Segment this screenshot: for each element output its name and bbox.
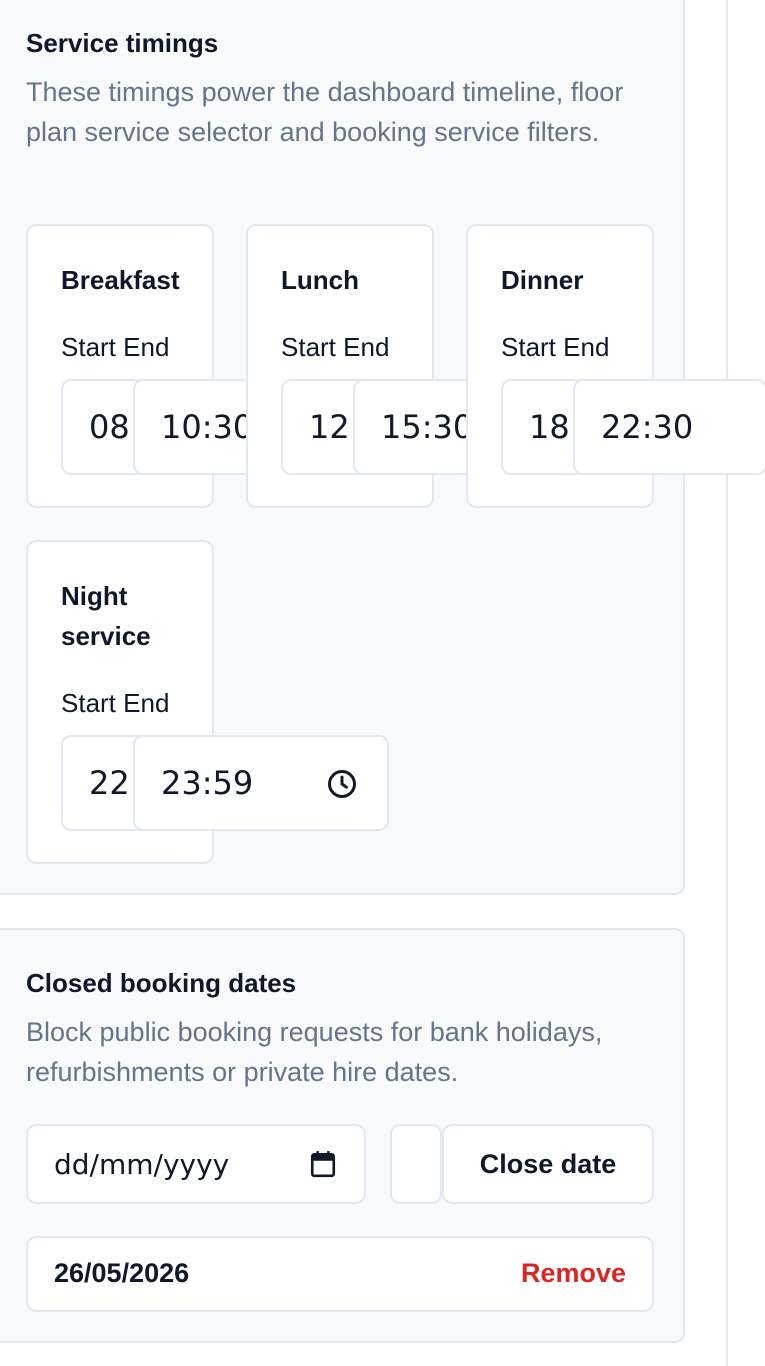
closed-date-input[interactable]: dd/mm/yyyy — [26, 1124, 366, 1204]
start-label: Start — [61, 688, 116, 718]
section-description: Block public booking requests for bank h… — [26, 1017, 603, 1087]
start-end-labels: Start End — [281, 332, 389, 363]
end-label: End — [343, 332, 390, 362]
end-time-input[interactable]: 23:59 — [133, 735, 389, 831]
service-name: Lunch — [281, 265, 359, 295]
clock-icon[interactable] — [327, 769, 357, 799]
service-timings-panel: Service timings These timings power the … — [0, 0, 765, 895]
start-end-labels: Start End — [501, 332, 609, 363]
start-label: Start — [281, 332, 336, 362]
service-name: Breakfast — [61, 265, 180, 295]
service-card-night-service: Night service Start End 22: 23:59 — [26, 540, 389, 864]
small-empty-field[interactable] — [390, 1124, 442, 1204]
closed-date-item: 26/05/2026 Remove — [26, 1236, 654, 1312]
end-label: End — [563, 332, 610, 362]
remove-button[interactable]: Remove — [521, 1258, 626, 1289]
section-title: Closed booking dates — [26, 968, 297, 998]
service-name: Night service — [61, 581, 151, 651]
close-date-button[interactable]: Close date — [442, 1124, 654, 1204]
service-card-breakfast: Breakfast Start End 08 10:30 — [26, 224, 389, 508]
date-placeholder: dd/mm/yyyy — [54, 1148, 230, 1181]
service-name: Dinner — [501, 265, 584, 295]
section-title: Service timings — [26, 28, 219, 58]
start-end-labels: Start End — [61, 332, 169, 363]
start-label: Start — [501, 332, 556, 362]
start-end-labels: Start End — [61, 688, 169, 719]
start-label: Start — [61, 332, 116, 362]
end-label: End — [123, 332, 170, 362]
closed-dates-panel: Closed booking dates Block public bookin… — [0, 928, 685, 1343]
end-time-input[interactable]: 22:30 — [573, 379, 765, 475]
content-divider — [726, 0, 728, 1366]
closed-date-value: 26/05/2026 — [54, 1258, 190, 1288]
calendar-icon[interactable] — [310, 1150, 336, 1178]
service-card-lunch: Lunch Start End 12: 15:30 — [246, 224, 609, 508]
service-card-dinner: Dinner Start End 18: 22:30 — [466, 224, 765, 508]
end-label: End — [123, 688, 170, 718]
section-description: These timings power the dashboard timeli… — [26, 77, 624, 147]
